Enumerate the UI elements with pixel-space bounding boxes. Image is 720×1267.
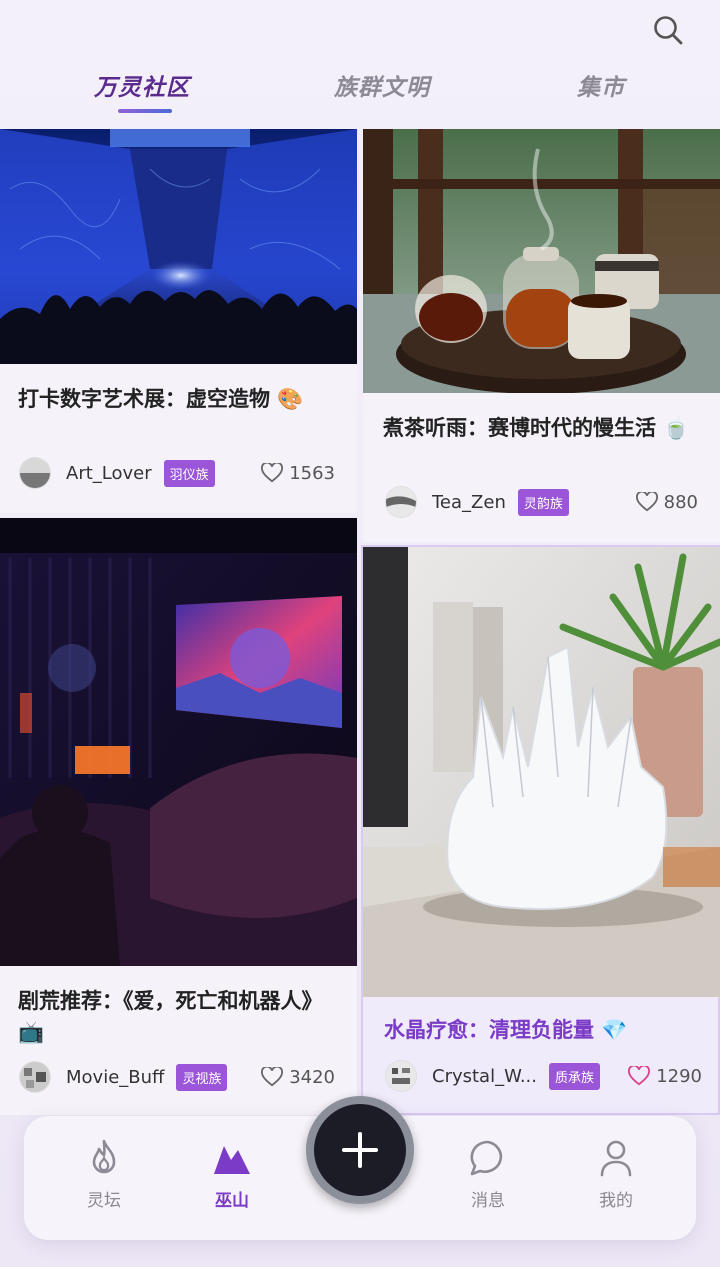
- post-author: Crystal_W... 质承族: [386, 1061, 601, 1091]
- tribe-badge: 羽仪族: [163, 459, 215, 487]
- app-screen: 万灵社区 族群文明 集市 打卡数字艺术展：虚空造物 🎨 Art_Lover 羽仪…: [0, 0, 720, 1267]
- post-card[interactable]: 打卡数字艺术展：虚空造物 🎨 Art_Lover 羽仪族 1563: [0, 129, 357, 513]
- post-title: 剧荒推荐：《爱，死亡和机器人》 📺: [18, 989, 323, 1044]
- tab-community[interactable]: 万灵社区: [94, 68, 190, 102]
- plus-icon: [342, 1132, 378, 1168]
- nav-item-profile[interactable]: 我的: [576, 1138, 656, 1218]
- like-count: 1563: [289, 462, 335, 484]
- nav-label: 灵坛: [87, 1191, 121, 1211]
- chat-bubble-icon: [470, 1140, 503, 1176]
- like-count: 1290: [656, 1065, 702, 1087]
- username[interactable]: Tea_Zen: [432, 492, 506, 513]
- username[interactable]: Art_Lover: [66, 463, 152, 484]
- post-title: 煮茶听雨：赛博时代的慢生活 🍵: [383, 416, 690, 440]
- heart-icon: [261, 1067, 284, 1087]
- post-author: Tea_Zen 灵韵族: [386, 487, 569, 517]
- avatar[interactable]: [386, 487, 416, 517]
- post-author: Art_Lover 羽仪族: [20, 458, 215, 488]
- post-title: 打卡数字艺术展：虚空造物 🎨: [18, 387, 304, 411]
- like-count: 3420: [289, 1066, 335, 1088]
- header: 万灵社区 族群文明 集市: [0, 0, 720, 128]
- username[interactable]: Crystal_W...: [432, 1066, 537, 1087]
- mountain-icon: [214, 1146, 250, 1174]
- like-button[interactable]: 880: [635, 487, 698, 517]
- tab-tribe-civilization[interactable]: 族群文明: [334, 68, 430, 102]
- tribe-badge: 质承族: [549, 1062, 601, 1090]
- username[interactable]: Movie_Buff: [66, 1067, 164, 1088]
- user-icon: [600, 1140, 632, 1177]
- nav-label: 消息: [471, 1191, 505, 1211]
- post-card[interactable]: 煮茶听雨：赛博时代的慢生活 🍵 Tea_Zen 灵韵族 880: [363, 129, 720, 542]
- tab-market[interactable]: 集市: [577, 68, 625, 102]
- avatar[interactable]: [20, 458, 50, 488]
- search-button[interactable]: [648, 10, 688, 50]
- post-card[interactable]: 水晶疗愈：清理负能量 💎 Crystal_W... 质承族 1290: [361, 545, 720, 1115]
- avatar[interactable]: [386, 1061, 416, 1091]
- post-image-quartz-crystal: [363, 547, 720, 997]
- top-tabs: 万灵社区 族群文明 集市: [0, 62, 720, 122]
- tribe-badge: 灵韵族: [517, 488, 569, 516]
- nav-item-mountain[interactable]: 巫山: [192, 1138, 272, 1218]
- heart-icon: [635, 492, 658, 512]
- active-tab-indicator: [118, 109, 172, 113]
- nav-label: 巫山: [215, 1191, 249, 1211]
- post-title: 水晶疗愈：清理负能量 💎: [384, 1018, 628, 1042]
- create-post-button[interactable]: [306, 1096, 414, 1204]
- nav-label: 我的: [599, 1191, 633, 1211]
- like-button[interactable]: 1563: [261, 458, 335, 488]
- heart-icon: [261, 463, 284, 483]
- heart-icon: [628, 1066, 651, 1086]
- post-author: Movie_Buff 灵视族: [20, 1062, 228, 1092]
- post-image-home-theater: [0, 518, 357, 966]
- like-count: 880: [663, 491, 698, 513]
- avatar[interactable]: [20, 1062, 50, 1092]
- post-card[interactable]: 剧荒推荐：《爱，死亡和机器人》 📺 Movie_Buff 灵视族 3420: [0, 518, 357, 1115]
- post-image-digital-art: [0, 129, 357, 364]
- search-icon: [654, 16, 683, 45]
- like-button[interactable]: 1290: [628, 1061, 702, 1091]
- nav-item-altar[interactable]: 灵坛: [64, 1138, 144, 1218]
- flame-icon: [92, 1139, 116, 1174]
- nav-item-messages[interactable]: 消息: [448, 1138, 528, 1218]
- post-image-tea-set: [363, 129, 720, 393]
- like-button[interactable]: 3420: [261, 1062, 335, 1092]
- tribe-badge: 灵视族: [176, 1063, 228, 1091]
